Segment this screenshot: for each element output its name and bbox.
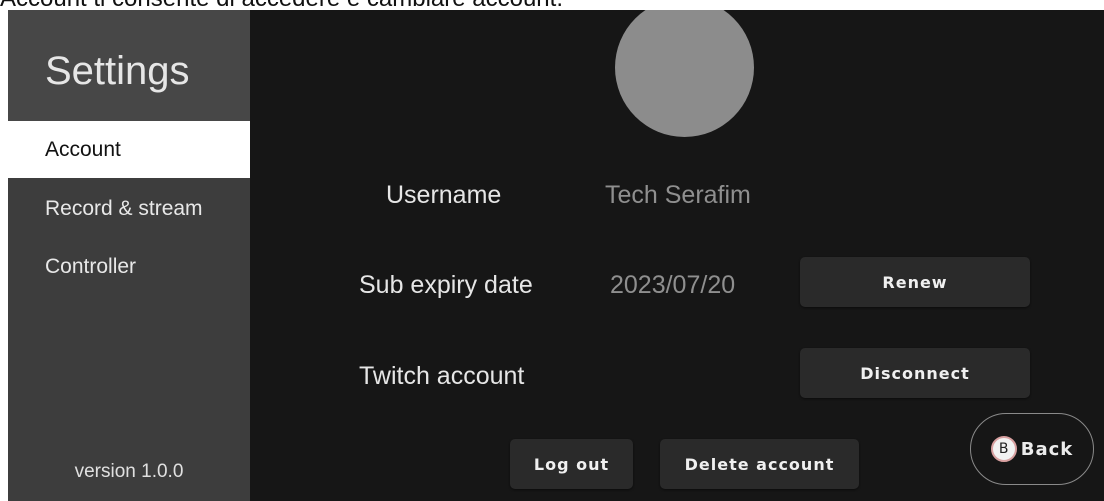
sidebar-header: Settings <box>8 10 250 121</box>
caption-text: Account ti consente di accedere e cambia… <box>0 0 563 10</box>
username-value: Tech Serafim <box>605 181 751 209</box>
avatar <box>615 10 754 137</box>
expiry-value: 2023/07/20 <box>610 271 736 299</box>
disconnect-button[interactable]: Disconnect <box>800 348 1030 398</box>
sidebar-item-account[interactable]: Account <box>8 121 250 178</box>
back-button[interactable]: B Back <box>970 413 1094 485</box>
username-label: Username <box>386 181 502 209</box>
settings-window: Settings Account Record & stream Control… <box>8 10 1104 501</box>
sidebar: Settings Account Record & stream Control… <box>8 10 250 501</box>
expiry-label: Sub expiry date <box>359 271 533 299</box>
logout-button[interactable]: Log out <box>510 439 633 489</box>
b-button-icon: B <box>990 436 1017 462</box>
delete-account-button[interactable]: Delete account <box>660 439 859 489</box>
sidebar-title: Settings <box>45 49 190 93</box>
sidebar-item-record-stream[interactable]: Record & stream <box>8 180 250 237</box>
version-label: version 1.0.0 <box>74 461 184 482</box>
back-label: Back <box>1020 438 1074 460</box>
sidebar-item-controller[interactable]: Controller <box>8 238 250 295</box>
renew-button[interactable]: Renew <box>800 257 1030 307</box>
twitch-account-label: Twitch account <box>359 362 525 390</box>
